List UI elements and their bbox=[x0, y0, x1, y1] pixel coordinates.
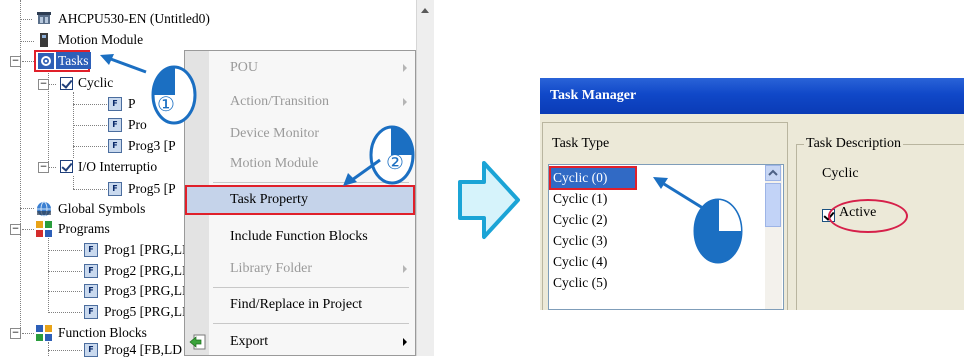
tree-item-prog3[interactable]: Prog3 [PRG,LI bbox=[104, 282, 187, 300]
active-highlight-ellipse bbox=[828, 199, 908, 233]
export-icon bbox=[189, 333, 207, 351]
task-description-label: Task Description bbox=[804, 136, 904, 152]
tree-item-global-symbols[interactable]: Global Symbols bbox=[58, 200, 145, 218]
cpu-icon bbox=[36, 11, 52, 27]
menu-item-label: Find/Replace in Project bbox=[230, 297, 363, 312]
tree-item-prog-b[interactable]: Pro bbox=[128, 116, 147, 134]
callout-arrow-icon bbox=[343, 158, 381, 186]
menu-item-action-transition[interactable]: Action/Transition bbox=[185, 87, 415, 117]
task-description-value: Cyclic bbox=[822, 166, 859, 181]
menu-item-label: POU bbox=[230, 60, 259, 75]
mouse-click-icon bbox=[692, 196, 744, 271]
pou-icon: F bbox=[108, 118, 122, 132]
tasks-gear-icon bbox=[38, 53, 54, 69]
tree-item-prog3-cyclic[interactable]: Prog3 [P bbox=[128, 137, 176, 155]
pou-icon: F bbox=[84, 284, 98, 298]
tree-item-prog5-io[interactable]: Prog5 [P bbox=[128, 180, 176, 198]
submenu-arrow-icon bbox=[403, 98, 407, 106]
menu-item-label: Motion Module bbox=[230, 156, 319, 171]
tree-item-prog1[interactable]: Prog1 [PRG,LI bbox=[104, 241, 187, 259]
tree-item-function-blocks[interactable]: Function Blocks bbox=[58, 324, 147, 342]
menu-item-find-replace[interactable]: Find/Replace in Project bbox=[185, 290, 415, 320]
menu-item-pou[interactable]: POU bbox=[185, 53, 415, 83]
menu-item-include-function-blocks[interactable]: Include Function Blocks bbox=[185, 222, 415, 252]
menu-item-label: Task Property bbox=[230, 192, 308, 207]
scroll-up-icon[interactable] bbox=[765, 165, 781, 181]
module-icon bbox=[36, 32, 52, 48]
pou-icon: F bbox=[108, 97, 122, 111]
pou-icon: F bbox=[84, 343, 98, 357]
submenu-arrow-icon bbox=[403, 64, 407, 72]
task-type-label: Task Type bbox=[552, 136, 610, 151]
callout-arrow-icon bbox=[100, 54, 147, 74]
menu-item-label: Action/Transition bbox=[230, 94, 330, 109]
step-2-badge: ② bbox=[386, 150, 404, 174]
checkbox-checked-icon[interactable] bbox=[60, 160, 73, 173]
task-manager-window: Task Manager Task Type Cyclic (0) Cyclic… bbox=[540, 78, 964, 310]
menu-item-label: Include Function Blocks bbox=[230, 229, 368, 244]
pou-icon: F bbox=[84, 243, 98, 257]
collapse-io-icon[interactable]: − bbox=[38, 162, 49, 173]
menu-item-library-folder[interactable]: Library Folder bbox=[185, 254, 415, 284]
collapse-tasks-icon[interactable]: − bbox=[10, 56, 21, 67]
tree-item-io-interruption[interactable]: I/O Interruptio bbox=[78, 158, 157, 176]
task-manager-title: Task Manager bbox=[540, 78, 964, 114]
tree-item-prog4[interactable]: Prog4 [FB,LD bbox=[104, 341, 182, 359]
pou-icon: F bbox=[84, 264, 98, 278]
tree-item-cyclic[interactable]: Cyclic bbox=[78, 74, 113, 92]
menu-separator bbox=[213, 323, 409, 324]
task-list-scrollbar[interactable] bbox=[765, 165, 782, 309]
menu-item-export[interactable]: Export bbox=[185, 327, 415, 357]
scroll-up-icon[interactable] bbox=[417, 0, 433, 20]
collapse-cyclic-icon[interactable]: − bbox=[38, 79, 49, 90]
next-step-arrow-icon bbox=[458, 161, 520, 239]
tree-item-motion-module[interactable]: Motion Module bbox=[58, 31, 143, 49]
pou-icon: F bbox=[108, 139, 122, 153]
pou-icon: F bbox=[108, 182, 122, 196]
function-blocks-icon bbox=[36, 325, 52, 341]
menu-item-label: Library Folder bbox=[230, 261, 313, 276]
menu-item-label: Device Monitor bbox=[230, 126, 320, 141]
menu-separator bbox=[213, 287, 409, 288]
globe-icon bbox=[36, 201, 52, 217]
submenu-arrow-icon bbox=[403, 338, 407, 346]
scroll-thumb[interactable] bbox=[765, 183, 781, 227]
task-type-item-selected[interactable]: Cyclic (0) bbox=[549, 166, 637, 190]
submenu-arrow-icon bbox=[403, 265, 407, 273]
step-1-badge: ① bbox=[157, 92, 175, 116]
tree-scrollbar[interactable] bbox=[416, 0, 434, 356]
collapse-programs-icon[interactable]: − bbox=[10, 224, 21, 235]
menu-item-label: Export bbox=[230, 334, 269, 349]
tree-item-tasks[interactable]: Tasks bbox=[56, 52, 91, 69]
task-type-item[interactable]: Cyclic (5) bbox=[551, 273, 767, 293]
context-menu: POU Action/Transition Device Monitor Mot… bbox=[184, 50, 416, 356]
checkbox-checked-icon[interactable] bbox=[60, 77, 73, 90]
tree-item-prog2[interactable]: Prog2 [PRG,LI bbox=[104, 262, 187, 280]
pou-icon: F bbox=[84, 305, 98, 319]
programs-icon bbox=[36, 221, 52, 237]
tree-item-prog5[interactable]: Prog5 [PRG,LI bbox=[104, 303, 187, 321]
collapse-function-blocks-icon[interactable]: − bbox=[10, 328, 21, 339]
tree-item-prog-a[interactable]: P bbox=[128, 95, 136, 113]
tree-item-cpu[interactable]: AHCPU530-EN (Untitled0) bbox=[58, 10, 210, 28]
tree-item-programs[interactable]: Programs bbox=[58, 220, 110, 238]
